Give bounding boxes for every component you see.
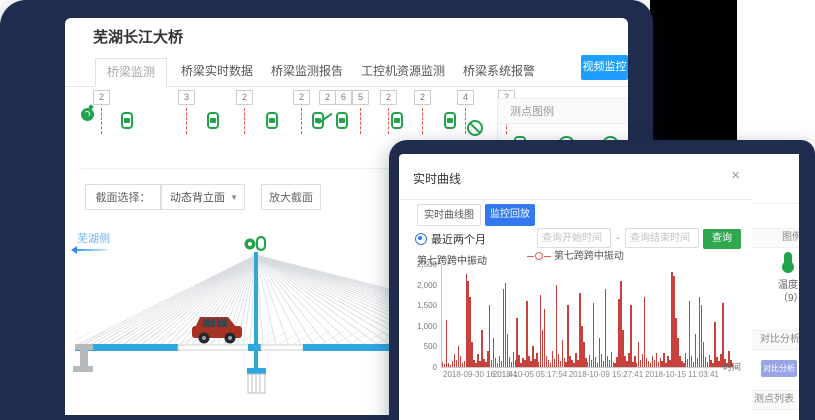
legend-panel-header: 测点图例 bbox=[498, 98, 628, 124]
sensor-link-icon bbox=[391, 112, 403, 129]
chart-bar bbox=[605, 289, 606, 367]
pylon bbox=[254, 252, 258, 374]
background-page-fragment: 图例 温度 （9） 对比分析 对比分析 测点列表 bbox=[752, 154, 799, 420]
sensor-dash-line bbox=[186, 108, 187, 134]
sensor-dash-line bbox=[388, 108, 389, 134]
sensor-count-badge: 2 bbox=[93, 90, 110, 105]
close-icon[interactable]: × bbox=[731, 167, 740, 184]
x-tick-label: 2018-10-05 05:17:54 bbox=[493, 370, 567, 379]
sensor-count-badge: 4 bbox=[457, 90, 474, 105]
chart-x-axis-name: 时间 bbox=[723, 360, 741, 373]
temperature-count: （9） bbox=[778, 289, 799, 304]
y-tick-label: 1,000 bbox=[401, 322, 437, 331]
legend-line-icon bbox=[527, 256, 534, 257]
date-range-separator: - bbox=[616, 232, 620, 244]
sensor-count-badge: 2 bbox=[414, 90, 431, 105]
fragment-divider bbox=[752, 203, 799, 204]
sensor-count-badge: 3 bbox=[178, 90, 195, 105]
sensor-link-icon bbox=[121, 112, 133, 129]
sensor-count-badge: 2 bbox=[319, 90, 336, 105]
sensor-dash-line bbox=[422, 108, 423, 134]
sensor-ban-icon bbox=[467, 120, 483, 136]
sensor-dash-line bbox=[101, 108, 102, 134]
y-tick-label: 1,500 bbox=[401, 301, 437, 310]
section-select-dropdown[interactable]: 动态背立面 ▼ bbox=[161, 184, 245, 210]
chart-bar bbox=[644, 297, 645, 367]
query-button[interactable]: 查询 bbox=[703, 229, 741, 249]
query-start-time-input[interactable] bbox=[537, 228, 611, 248]
tab-ipc-resource[interactable]: 工控机资源监测 bbox=[355, 58, 451, 85]
legend-series-name: 第七跨跨中振动 bbox=[554, 251, 624, 262]
section-select-value: 动态背立面 bbox=[170, 192, 225, 204]
y-tick-label: 500 bbox=[401, 342, 437, 351]
chart-bar bbox=[446, 320, 447, 367]
deck-gap-left bbox=[178, 345, 251, 350]
sensor-link-icon bbox=[266, 112, 278, 129]
modal-title: 实时曲线 bbox=[413, 170, 461, 187]
chart-bar bbox=[722, 303, 723, 367]
pylon-top-sensor-icons bbox=[245, 237, 266, 250]
sensor-link-icon bbox=[207, 112, 219, 129]
legend-marker-icon bbox=[535, 252, 543, 260]
fragment-legend-header: 图例 bbox=[752, 228, 799, 248]
chart-bar bbox=[489, 305, 490, 367]
compare-analysis-button[interactable]: 对比分析 bbox=[761, 360, 797, 377]
last-two-months-radio[interactable] bbox=[415, 233, 427, 245]
page-title: 芜湖长江大桥 bbox=[93, 26, 183, 47]
modal-tab-playback[interactable]: 监控回放 bbox=[485, 204, 535, 226]
section-select-label: 截面选择： bbox=[85, 184, 161, 210]
deck-gap-right bbox=[261, 345, 303, 350]
vibration-chart-plot bbox=[441, 264, 734, 368]
chevron-down-icon: ▼ bbox=[230, 185, 238, 211]
fragment-compare-header: 对比分析 bbox=[752, 330, 799, 350]
sensor-count-badge: 5 bbox=[352, 90, 369, 105]
pier-cap bbox=[247, 368, 266, 374]
sensor-dash-line bbox=[244, 108, 245, 134]
abutment bbox=[73, 344, 93, 372]
fragment-points-header: 测点列表 bbox=[752, 390, 799, 410]
tab-system-alarm[interactable]: 桥梁系统报警 bbox=[457, 58, 541, 85]
y-tick-label: 0 bbox=[401, 363, 437, 372]
x-tick-label: 2018-10-09 15:27:41 bbox=[569, 370, 643, 379]
sensor-count-badge: 2 bbox=[293, 90, 310, 105]
sensor-dash-line bbox=[360, 108, 361, 134]
main-tabbar: 桥梁监测 桥梁实时数据 桥梁监测报告 工控机资源监测 桥梁系统报警 bbox=[65, 58, 628, 87]
last-two-months-label: 最近两个月 bbox=[431, 231, 486, 247]
query-end-time-input[interactable] bbox=[625, 228, 699, 248]
sensor-link-icon bbox=[444, 112, 456, 129]
tab-monitoring-report[interactable]: 桥梁监测报告 bbox=[265, 58, 349, 85]
sensor-dash-line bbox=[301, 108, 302, 134]
x-tick-label: 2018-10-15 11:03:41 bbox=[645, 370, 719, 379]
sensor-link-icon bbox=[336, 112, 348, 129]
tab-realtime-data[interactable]: 桥梁实时数据 bbox=[175, 58, 259, 85]
legend-line-icon bbox=[544, 256, 551, 257]
thermometer-icon bbox=[784, 252, 792, 268]
sensor-timer-icon bbox=[81, 108, 94, 121]
video-monitor-button[interactable]: 视频监控 bbox=[581, 55, 628, 80]
y-tick-label: 2,000 bbox=[401, 281, 437, 290]
pier-piles bbox=[248, 374, 265, 393]
sensor-dash-line bbox=[465, 108, 466, 134]
y-tick-label: 2,500 bbox=[401, 260, 437, 269]
sensor-count-badge: 6 bbox=[335, 90, 352, 105]
tab-bridge-monitoring[interactable]: 桥梁监测 bbox=[95, 58, 167, 87]
zoom-section-button[interactable]: 放大截面 bbox=[261, 184, 321, 210]
deck-center bbox=[248, 344, 261, 351]
modal-tab-realtime-curve[interactable]: 实时曲线图 bbox=[417, 204, 481, 226]
background-black-block bbox=[650, 0, 737, 140]
modal-header: 实时曲线 × bbox=[399, 154, 752, 200]
stage: 芜湖长江大桥 桥梁监测 桥梁实时数据 桥梁监测报告 工控机资源监测 桥梁系统报警… bbox=[0, 0, 815, 420]
sensor-count-badge: 2 bbox=[380, 90, 397, 105]
sensor-count-badge: 2 bbox=[236, 90, 253, 105]
chart-bar bbox=[630, 305, 631, 367]
realtime-curve-modal: 实时曲线 × 实时曲线图 监控回放 最近两个月 - 查询 第七跨跨中振动 第七跨… bbox=[399, 154, 753, 420]
